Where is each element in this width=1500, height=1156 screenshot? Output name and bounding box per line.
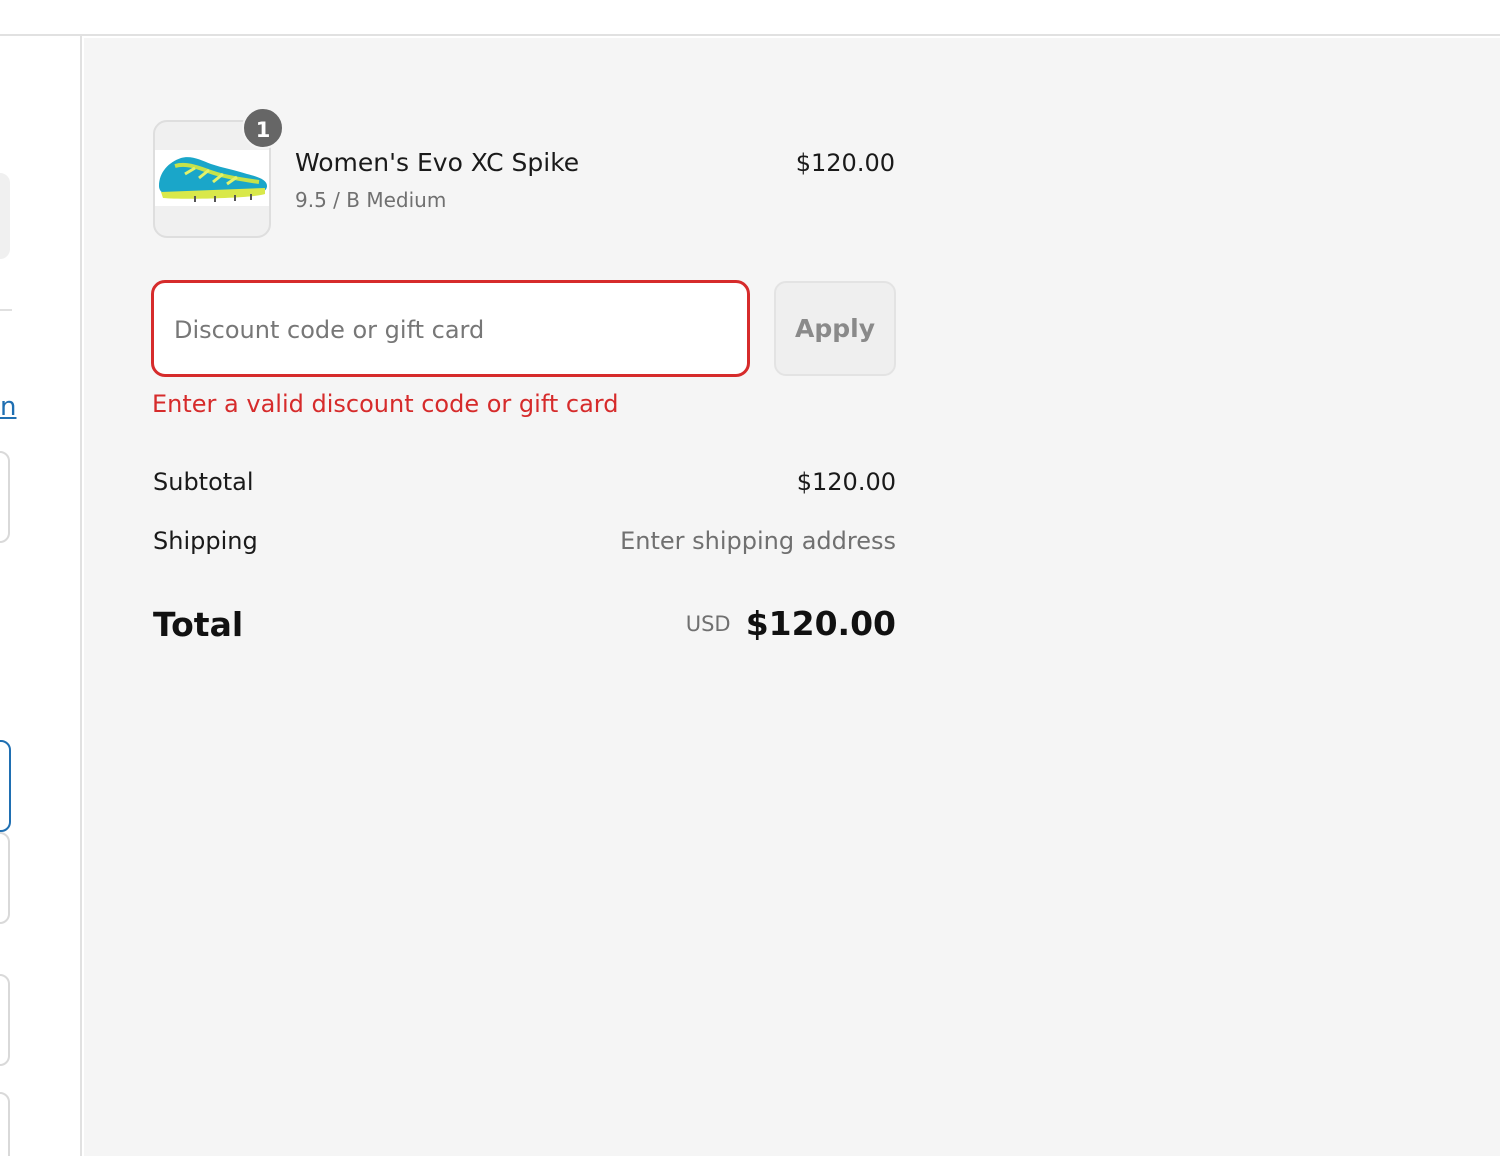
discount-code-input[interactable] — [174, 305, 724, 355]
form-section-fragment — [0, 173, 10, 259]
currency-code: USD — [685, 611, 731, 636]
quantity-badge: 1 — [242, 107, 284, 149]
input-field-fragment[interactable] — [0, 832, 10, 924]
divider — [0, 309, 12, 311]
total-amount: $120.00 — [745, 604, 896, 643]
input-field-fragment[interactable] — [0, 974, 10, 1066]
discount-error-message: Enter a valid discount code or gift card — [152, 390, 619, 418]
subtotal-label: Subtotal — [153, 468, 254, 496]
shipping-label: Shipping — [153, 527, 258, 555]
apply-discount-button[interactable]: Apply — [774, 281, 896, 376]
input-field-fragment[interactable] — [0, 1092, 10, 1156]
order-summary: 1 Women's Evo XC Spike 9.5 / B Medium $1… — [84, 38, 1500, 1156]
top-bar — [0, 0, 1500, 36]
discount-field[interactable] — [151, 280, 750, 377]
product-price: $120.00 — [795, 149, 895, 177]
checkout-form-column: n — [0, 36, 82, 1156]
total-label: Total — [153, 605, 244, 644]
input-field-fragment[interactable] — [0, 451, 10, 543]
total-value: USD $120.00 — [686, 604, 896, 643]
shipping-value: Enter shipping address — [620, 527, 896, 555]
product-name: Women's Evo XC Spike — [295, 148, 580, 177]
sign-in-link-fragment[interactable]: n — [0, 392, 16, 422]
focused-input-field-fragment[interactable] — [0, 740, 11, 832]
subtotal-value: $120.00 — [796, 468, 896, 496]
product-variant: 9.5 / B Medium — [295, 188, 447, 212]
